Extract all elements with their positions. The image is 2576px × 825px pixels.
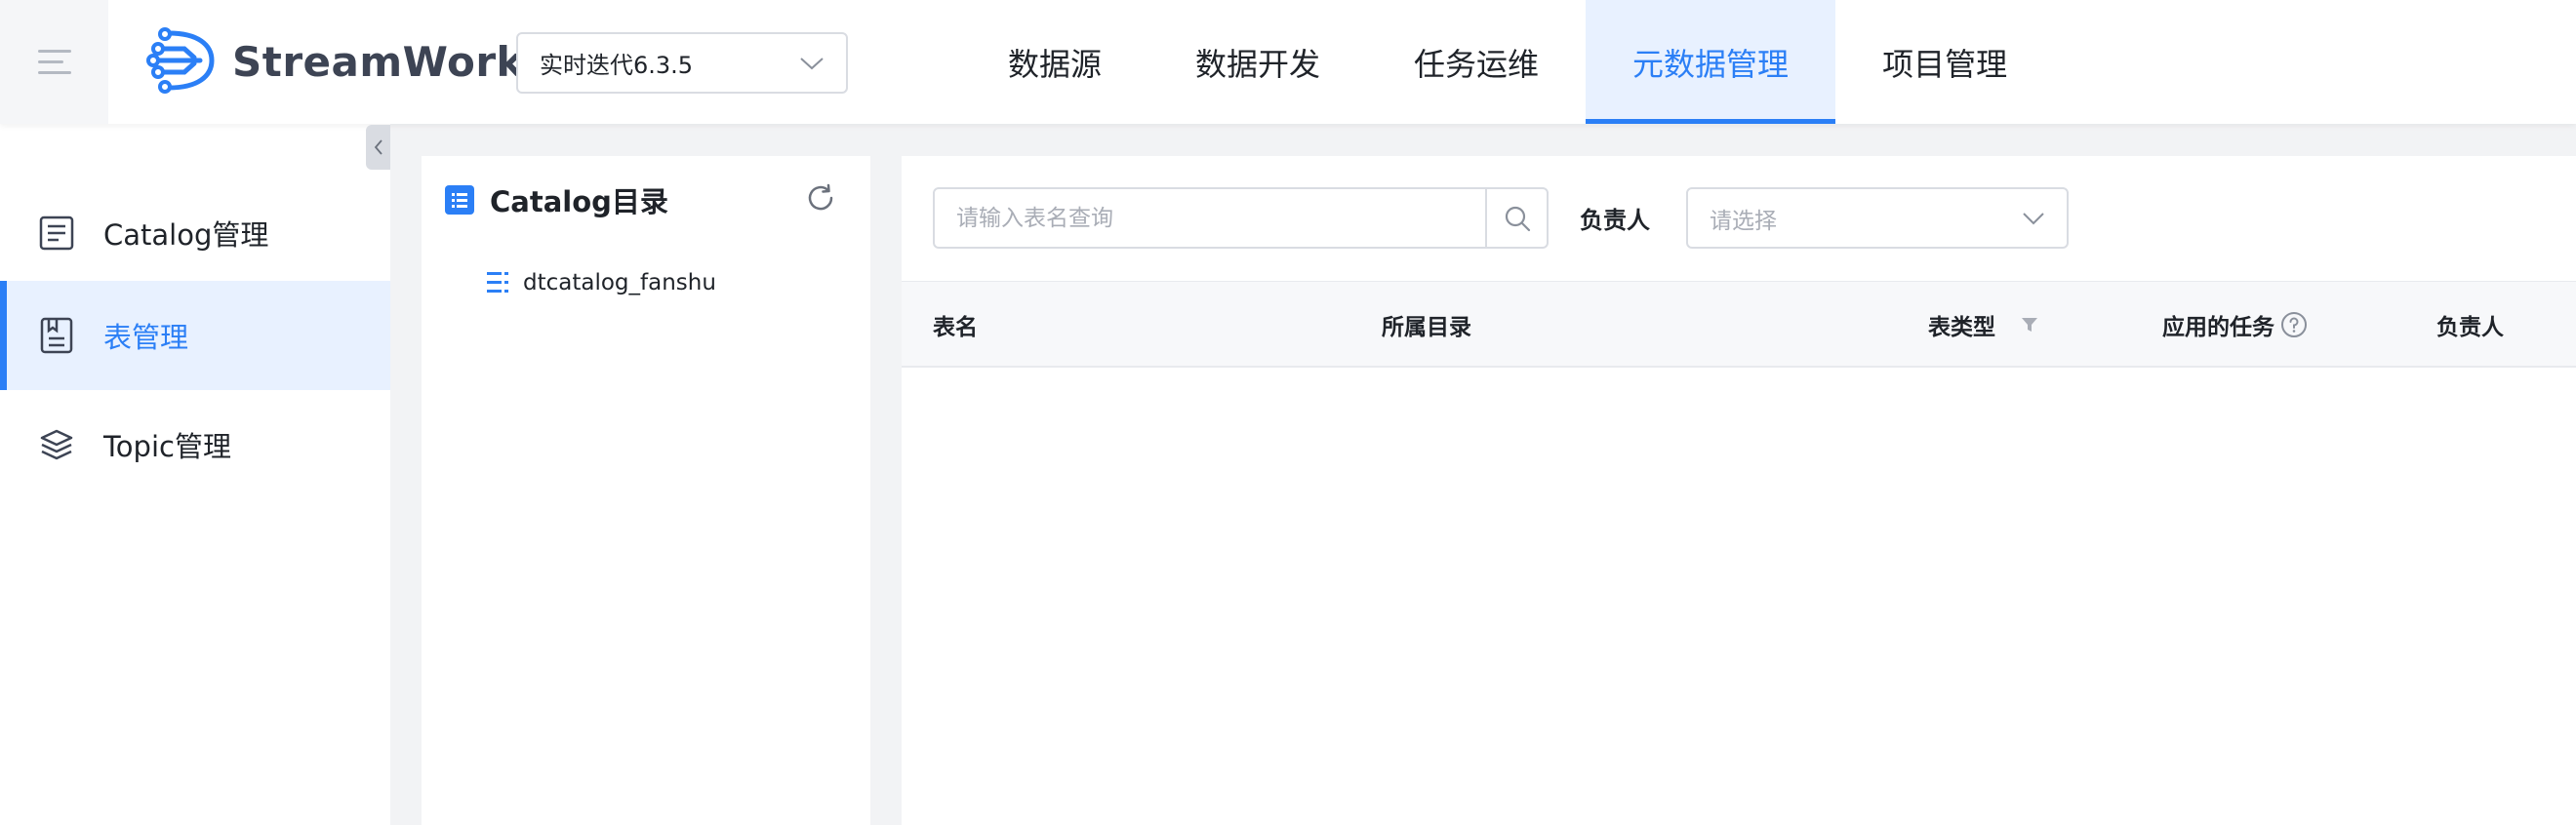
sidebar: Catalog管理 表管理 Topic管理 (0, 124, 390, 825)
layers-icon (40, 429, 73, 460)
filter-icon[interactable] (2021, 316, 2038, 334)
column-header-label: 负责人 (2436, 314, 2504, 340)
hamburger-icon (37, 49, 71, 74)
column-header-table-type: 表类型 (1928, 282, 2038, 367)
table-header: 表名 所属目录 表类型 应用的任务 负责人 (902, 281, 2576, 368)
nav-label: 数据开发 (1195, 45, 1321, 83)
nav-item-data-development[interactable]: 数据开发 (1148, 0, 1367, 124)
chevron-left-icon (374, 139, 382, 155)
sidebar-item-label: 表管理 (103, 321, 189, 354)
sidebar-collapse-button[interactable] (366, 125, 390, 170)
menu-toggle-button[interactable] (0, 0, 108, 124)
version-select[interactable]: 实时迭代6.3.5 (516, 32, 848, 94)
nav-item-datasource[interactable]: 数据源 (961, 0, 1148, 124)
nav-label: 数据源 (1008, 45, 1103, 83)
brand-name: StreamWorks (232, 38, 549, 86)
column-header-applied-tasks: 应用的任务 (2162, 282, 2308, 367)
column-header-owner: 负责人 (2436, 282, 2504, 367)
column-header-label: 应用的任务 (2162, 314, 2274, 340)
column-header-label: 表类型 (1928, 314, 1995, 340)
catalog-doc-icon (39, 216, 74, 251)
owner-select[interactable]: 请选择 (1686, 187, 2069, 249)
nav-label: 项目管理 (1882, 45, 2008, 83)
version-select-value: 实时迭代6.3.5 (540, 52, 694, 79)
list-tree-icon (487, 272, 508, 293)
tree-node-label: dtcatalog_fanshu (523, 270, 716, 295)
chevron-down-icon (2023, 212, 2044, 224)
search-box (933, 187, 1549, 249)
owner-filter-label: 负责人 (1580, 207, 1650, 234)
sidebar-item-table-management[interactable]: 表管理 (0, 281, 390, 390)
refresh-icon[interactable] (805, 182, 836, 214)
column-header-label: 所属目录 (1382, 314, 1471, 340)
search-button[interactable] (1485, 189, 1547, 247)
main-nav: 数据源 数据开发 任务运维 元数据管理 项目管理 (961, 0, 2054, 124)
nav-item-project-management[interactable]: 项目管理 (1835, 0, 2054, 124)
catalog-list-icon (445, 185, 474, 215)
sidebar-item-label: Topic管理 (103, 430, 231, 463)
nav-label: 元数据管理 (1632, 45, 1790, 83)
panel-title: Catalog目录 (490, 185, 668, 218)
search-input[interactable] (935, 189, 1485, 247)
nav-item-task-operations[interactable]: 任务运维 (1367, 0, 1586, 124)
owner-select-placeholder: 请选择 (1710, 208, 1777, 234)
sidebar-item-catalog-management[interactable]: Catalog管理 (0, 178, 390, 288)
column-header-table-name: 表名 (933, 282, 978, 367)
help-question-icon[interactable] (2280, 311, 2308, 338)
table-doc-icon (40, 317, 73, 354)
column-header-label: 表名 (933, 314, 978, 340)
table-list-panel: 负责人 请选择 表名 所属目录 表类型 应用的任务 负责人 (902, 156, 2576, 825)
chevron-down-icon (800, 57, 824, 69)
nav-item-metadata-management[interactable]: 元数据管理 (1586, 0, 1836, 124)
column-header-directory: 所属目录 (1382, 282, 1471, 367)
search-icon (1505, 206, 1530, 231)
sidebar-item-topic-management[interactable]: Topic管理 (0, 390, 390, 499)
streamworks-logo-icon (146, 27, 215, 94)
catalog-tree-node[interactable]: dtcatalog_fanshu (486, 265, 716, 300)
sidebar-item-label: Catalog管理 (103, 218, 269, 252)
top-header: StreamWorks 实时迭代6.3.5 数据源 数据开发 任务运维 元数据管… (0, 0, 2576, 124)
catalog-panel: Catalog目录 dtcatalog_fanshu (422, 156, 870, 825)
nav-label: 任务运维 (1414, 45, 1540, 83)
